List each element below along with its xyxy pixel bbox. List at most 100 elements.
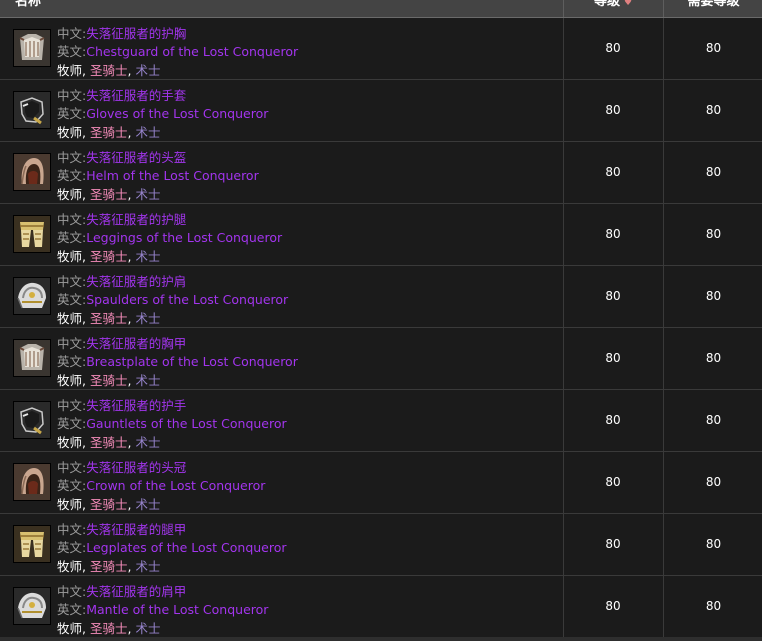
class-warlock-link[interactable]: 术士 xyxy=(135,311,160,326)
class-priest-link[interactable]: 牧师 xyxy=(57,621,82,636)
class-paladin-link[interactable]: 圣骑士 xyxy=(90,249,128,264)
class-paladin-link[interactable]: 圣骑士 xyxy=(90,559,128,574)
chinese-name-line: 中文:失落征服者的胸甲 xyxy=(57,333,186,352)
item-name-en-link[interactable]: Crown of the Lost Conqueror xyxy=(86,478,265,493)
table-row[interactable]: 中文:失落征服者的手套 英文:Gloves of the Lost Conquer… xyxy=(0,80,762,142)
table-row[interactable]: 中文:失落征服者的头盔 英文:Helm of the Lost Conqueror… xyxy=(0,142,762,204)
class-priest-link[interactable]: 牧师 xyxy=(57,63,82,78)
item-level-cell: 80 xyxy=(563,80,662,141)
gloves-icon[interactable] xyxy=(13,401,51,439)
english-name-line: 英文:Leggings of the Lost Conqueror xyxy=(57,227,282,246)
table-row[interactable]: 中文:失落征服者的头冠 英文:Crown of the Lost Conquero… xyxy=(0,452,762,514)
class-paladin-link[interactable]: 圣骑士 xyxy=(90,311,128,326)
item-name-en-link[interactable]: Leggings of the Lost Conqueror xyxy=(86,230,282,245)
table-row[interactable]: 中文:失落征服者的护肩 英文:Spaulders of the Lost Conq… xyxy=(0,266,762,328)
item-name-zh-link[interactable]: 失落征服者的护手 xyxy=(86,398,186,413)
class-priest-link[interactable]: 牧师 xyxy=(57,187,82,202)
class-priest-link[interactable]: 牧师 xyxy=(57,559,82,574)
zh-prefix: 中文: xyxy=(57,274,87,289)
table-row[interactable]: 中文:失落征服者的护手 英文:Gauntlets of the Lost Conq… xyxy=(0,390,762,452)
item-name-en-link[interactable]: Gauntlets of the Lost Conqueror xyxy=(86,416,286,431)
item-name-zh-link[interactable]: 失落征服者的护腿 xyxy=(86,212,186,227)
class-separator: , xyxy=(82,435,90,450)
item-name-zh-link[interactable]: 失落征服者的护胸 xyxy=(86,26,186,41)
item-table: 名称 等级 ♥ 需要等级 中文:失落征服者的护胸 英文:Chestguard of … xyxy=(0,0,762,641)
class-paladin-link[interactable]: 圣骑士 xyxy=(90,187,128,202)
required-level-cell: 80 xyxy=(663,328,762,389)
english-name-line: 英文:Gloves of the Lost Conqueror xyxy=(57,103,268,122)
class-list: 牧师, 圣骑士, 术士 xyxy=(57,308,160,327)
class-warlock-link[interactable]: 术士 xyxy=(135,63,160,78)
class-priest-link[interactable]: 牧师 xyxy=(57,125,82,140)
item-name-zh-link[interactable]: 失落征服者的肩甲 xyxy=(86,584,186,599)
class-priest-link[interactable]: 牧师 xyxy=(57,497,82,512)
class-separator: , xyxy=(82,497,90,512)
chest-armor-icon[interactable] xyxy=(13,339,51,377)
class-warlock-link[interactable]: 术士 xyxy=(135,373,160,388)
class-paladin-link[interactable]: 圣骑士 xyxy=(90,435,128,450)
hood-helm-icon[interactable] xyxy=(13,153,51,191)
item-name-zh-link[interactable]: 失落征服者的头盔 xyxy=(86,150,186,165)
zh-prefix: 中文: xyxy=(57,212,87,227)
class-warlock-link[interactable]: 术士 xyxy=(135,559,160,574)
item-name-en-link[interactable]: Gloves of the Lost Conqueror xyxy=(86,106,268,121)
item-name-en-link[interactable]: Legplates of the Lost Conqueror xyxy=(86,540,286,555)
column-header-level[interactable]: 等级 ♥ xyxy=(563,0,662,17)
item-name-en-link[interactable]: Chestguard of the Lost Conqueror xyxy=(86,44,298,59)
class-priest-link[interactable]: 牧师 xyxy=(57,435,82,450)
class-separator: , xyxy=(82,559,90,574)
class-priest-link[interactable]: 牧师 xyxy=(57,249,82,264)
class-list: 牧师, 圣骑士, 术士 xyxy=(57,60,160,79)
required-level-cell: 80 xyxy=(663,390,762,451)
zh-prefix: 中文: xyxy=(57,584,87,599)
table-row[interactable]: 中文:失落征服者的腿甲 英文:Legplates of the Lost Conq… xyxy=(0,514,762,576)
item-name-en-link[interactable]: Breastplate of the Lost Conqueror xyxy=(86,354,298,369)
class-warlock-link[interactable]: 术士 xyxy=(135,249,160,264)
class-separator: , xyxy=(82,373,90,388)
hood-helm-icon[interactable] xyxy=(13,463,51,501)
class-warlock-link[interactable]: 术士 xyxy=(135,125,160,140)
item-name-zh-link[interactable]: 失落征服者的护肩 xyxy=(86,274,186,289)
chinese-name-line: 中文:失落征服者的护腿 xyxy=(57,209,186,228)
class-paladin-link[interactable]: 圣骑士 xyxy=(90,63,128,78)
en-prefix: 英文: xyxy=(57,540,87,555)
item-name-zh-link[interactable]: 失落征服者的腿甲 xyxy=(86,522,186,537)
item-name-en-link[interactable]: Spaulders of the Lost Conqueror xyxy=(86,292,288,307)
item-name-zh-link[interactable]: 失落征服者的手套 xyxy=(86,88,186,103)
gloves-icon[interactable] xyxy=(13,91,51,129)
required-level-cell: 80 xyxy=(663,142,762,203)
class-list: 牧师, 圣骑士, 术士 xyxy=(57,556,160,575)
en-prefix: 英文: xyxy=(57,354,87,369)
class-paladin-link[interactable]: 圣骑士 xyxy=(90,497,128,512)
chinese-name-line: 中文:失落征服者的头冠 xyxy=(57,457,186,476)
class-warlock-link[interactable]: 术士 xyxy=(135,497,160,512)
table-row[interactable]: 中文:失落征服者的胸甲英文:Breastplate of the Lost Co… xyxy=(0,328,762,390)
en-prefix: 英文: xyxy=(57,106,87,121)
item-name-en-link[interactable]: Helm of the Lost Conqueror xyxy=(86,168,259,183)
item-name-en-link[interactable]: Mantle of the Lost Conqueror xyxy=(86,602,268,617)
class-warlock-link[interactable]: 术士 xyxy=(135,435,160,450)
chest-armor-icon[interactable] xyxy=(13,29,51,67)
column-header-required-level[interactable]: 需要等级 xyxy=(663,0,762,17)
legs-armor-icon[interactable] xyxy=(13,215,51,253)
required-level-cell: 80 xyxy=(663,576,762,637)
class-list: 牧师, 圣骑士, 术士 xyxy=(57,246,160,265)
item-name-zh-link[interactable]: 失落征服者的头冠 xyxy=(86,460,186,475)
item-name-zh-link[interactable]: 失落征服者的胸甲 xyxy=(86,336,186,351)
class-priest-link[interactable]: 牧师 xyxy=(57,311,82,326)
legs-armor-icon[interactable] xyxy=(13,525,51,563)
class-warlock-link[interactable]: 术士 xyxy=(135,187,160,202)
class-paladin-link[interactable]: 圣骑士 xyxy=(90,373,128,388)
class-paladin-link[interactable]: 圣骑士 xyxy=(90,621,128,636)
shoulder-armor-icon[interactable] xyxy=(13,277,51,315)
class-priest-link[interactable]: 牧师 xyxy=(57,373,82,388)
table-row[interactable]: 中文:失落征服者的肩甲 英文:Mantle of the Lost Conquer… xyxy=(0,576,762,638)
class-paladin-link[interactable]: 圣骑士 xyxy=(90,125,128,140)
table-row[interactable]: 中文:失落征服者的护腿 英文:Leggings of the Lost Conqu… xyxy=(0,204,762,266)
required-level-cell: 80 xyxy=(663,266,762,327)
table-row[interactable]: 中文:失落征服者的护胸 英文:Chestguard of the Lost Con… xyxy=(0,18,762,80)
class-warlock-link[interactable]: 术士 xyxy=(135,621,160,636)
item-level-cell: 80 xyxy=(563,328,662,389)
column-header-name[interactable]: 名称 xyxy=(15,0,555,17)
shoulder-armor-icon[interactable] xyxy=(13,587,51,625)
